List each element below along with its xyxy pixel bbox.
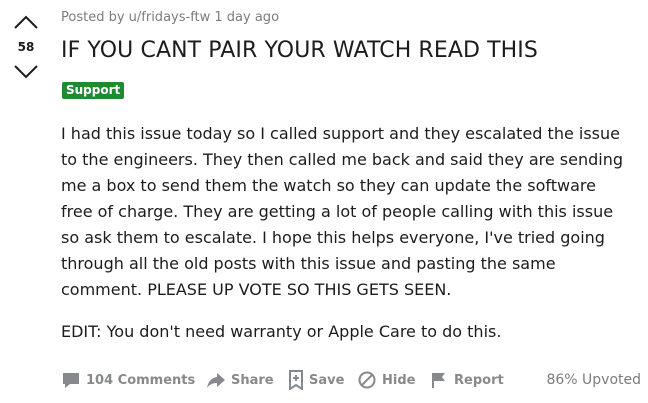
body-line: through all the old posts with this issu… — [61, 254, 556, 273]
vote-count: 58 — [17, 40, 35, 54]
downvote-button[interactable] — [13, 64, 39, 80]
chevron-up-icon — [14, 15, 38, 29]
body-line: comment. PLEASE UP VOTE SO THIS GETS SEE… — [61, 280, 452, 299]
post-meta[interactable]: Posted by u/fridays-ftw 1 day ago — [61, 10, 279, 25]
save-label: Save — [309, 372, 345, 388]
share-button[interactable]: Share — [206, 369, 274, 391]
post-title[interactable]: IF YOU CANT PAIR YOUR WATCH READ THIS — [61, 38, 538, 63]
save-button[interactable]: Save — [288, 369, 344, 391]
upvote-button[interactable] — [13, 14, 39, 30]
flag-icon — [432, 373, 445, 388]
hide-button[interactable]: Hide — [357, 369, 415, 391]
vote-column: 58 — [0, 0, 52, 403]
hide-circle-icon — [358, 371, 376, 389]
comment-icon — [63, 373, 79, 388]
upvoted-ratio: 86% Upvoted — [546, 372, 641, 388]
body-line: so ask them to escalate. I hope this hel… — [61, 228, 605, 247]
flair-badge[interactable]: Support — [62, 82, 125, 99]
body-line: I had this issue today so I called suppo… — [61, 124, 620, 143]
edit-note: EDIT: You don't need warranty or Apple C… — [61, 322, 502, 341]
body-line: to the engineers. They then called me ba… — [61, 150, 623, 169]
comments-button[interactable]: 104 Comments — [61, 369, 195, 391]
report-button[interactable]: Report — [429, 369, 504, 391]
body-line: free of charge. They are getting a lot o… — [61, 202, 614, 221]
share-label: Share — [231, 372, 274, 388]
action-bar: 104 Comments Share Save Hide Report 86% … — [61, 369, 643, 391]
post-body: I had this issue today so I called suppo… — [61, 121, 636, 345]
share-arrow-icon — [207, 373, 225, 388]
bookmark-plus-icon — [289, 370, 303, 390]
chevron-down-icon — [14, 65, 38, 79]
comments-label: 104 Comments — [86, 372, 196, 388]
body-line: me a box to send them the watch so they … — [61, 176, 596, 195]
hide-label: Hide — [382, 372, 416, 388]
report-label: Report — [454, 372, 504, 388]
